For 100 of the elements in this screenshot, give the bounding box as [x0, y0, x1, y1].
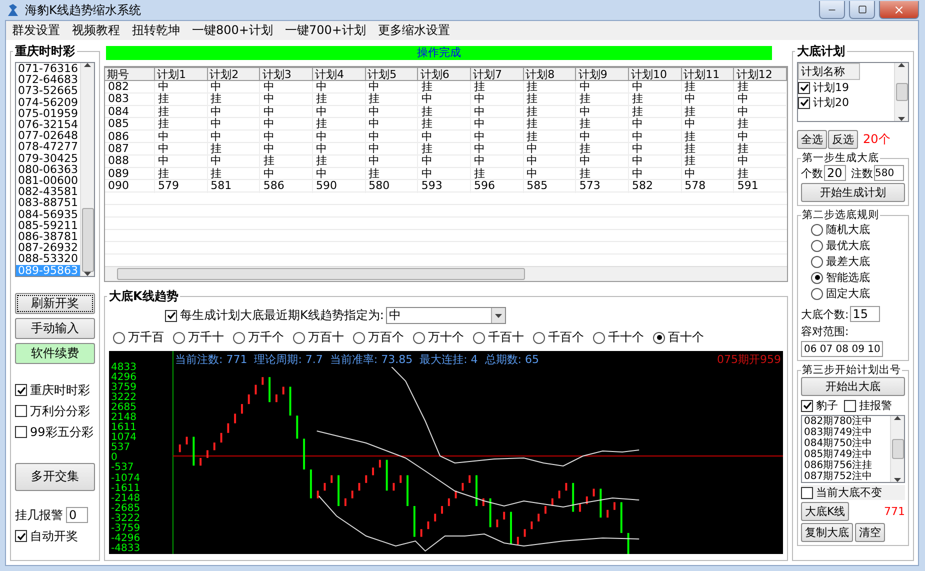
- radio-button[interactable]: [473, 332, 485, 344]
- scrollbar[interactable]: [80, 63, 94, 276]
- radio-option[interactable]: 百十个: [653, 329, 704, 346]
- list-item[interactable]: 081-00600: [16, 175, 80, 186]
- list-item[interactable]: 086期756注挂: [802, 460, 890, 471]
- radio-option[interactable]: 智能选底: [811, 270, 905, 285]
- checkbox-option[interactable]: 万利分分彩: [15, 402, 95, 420]
- checkbox[interactable]: [798, 82, 810, 94]
- checkbox-option[interactable]: 计划20: [798, 95, 894, 110]
- checkbox[interactable]: [801, 486, 813, 498]
- checkbox-option[interactable]: 99彩五分彩: [15, 424, 95, 441]
- radio-button[interactable]: [653, 332, 665, 344]
- intersect-button[interactable]: 多开交集: [15, 462, 95, 491]
- list-item[interactable]: 077-02648: [16, 130, 80, 142]
- menu-item[interactable]: 群发设置: [12, 22, 60, 39]
- checkbox-option[interactable]: 当前大底不变: [801, 485, 905, 500]
- radio-option[interactable]: 万百十: [293, 329, 344, 346]
- action-button[interactable]: 手动输入: [15, 318, 95, 339]
- checkbox-option[interactable]: 挂报警: [844, 398, 892, 413]
- clear-button[interactable]: 清空: [855, 523, 885, 542]
- radio-button[interactable]: [811, 256, 823, 268]
- list-item[interactable]: 084期750注中: [802, 438, 890, 449]
- menu-item[interactable]: 更多缩水设置: [378, 22, 450, 39]
- checkbox[interactable]: [15, 426, 27, 438]
- generate-button[interactable]: 开始生成计划: [801, 183, 905, 202]
- checkbox[interactable]: [165, 310, 177, 322]
- menu-item[interactable]: 视频教程: [72, 22, 120, 39]
- menu-item[interactable]: 扭转乾坤: [132, 22, 180, 39]
- triangle-up-icon[interactable]: [84, 63, 91, 67]
- triangle-up-icon[interactable]: [898, 63, 905, 67]
- list-item[interactable]: 071-76316: [16, 63, 80, 74]
- radio-button[interactable]: [413, 332, 425, 344]
- triangle-down-icon[interactable]: [894, 478, 901, 482]
- column-header[interactable]: 计划8: [524, 67, 576, 81]
- column-header[interactable]: 计划2: [208, 67, 260, 81]
- size-field[interactable]: 15: [850, 306, 880, 322]
- count-field[interactable]: 20: [824, 165, 846, 181]
- checkbox-option[interactable]: 自动开奖: [15, 528, 95, 545]
- radio-button[interactable]: [173, 332, 185, 344]
- radio-option[interactable]: 万千个: [233, 329, 284, 346]
- draw-list[interactable]: 071-76316 072-64683 073-52665 074-56209 075-01959 076-32154 077-02648 078-47277 079-30425 080-06363 081-00600 082-43581 083-88751 084-56935 085-59211 086-38781 087-26932 088-53320 089-95863: [15, 62, 95, 277]
- radio-button[interactable]: [811, 224, 823, 236]
- scrollbar[interactable]: [894, 63, 908, 121]
- checkbox-option[interactable]: 重庆时时彩: [15, 382, 95, 399]
- action-button[interactable]: 刷新开奖: [15, 292, 95, 314]
- radio-button[interactable]: [811, 288, 823, 300]
- maximize-button[interactable]: [849, 1, 875, 19]
- radio-option[interactable]: 万千百: [113, 329, 164, 346]
- radio-button[interactable]: [113, 332, 125, 344]
- list-item[interactable]: 079-30425: [16, 152, 80, 164]
- radio-option[interactable]: 千百十: [473, 329, 524, 346]
- list-item[interactable]: 078-47277: [16, 141, 80, 153]
- kline-button[interactable]: 大底K线: [801, 502, 850, 521]
- radio-option[interactable]: 固定大底: [811, 286, 905, 301]
- list-item[interactable]: 076-32154: [16, 119, 80, 130]
- column-header[interactable]: 计划1: [155, 67, 208, 81]
- menu-item[interactable]: 一键700+计划: [284, 22, 366, 39]
- alarm-field[interactable]: 0: [66, 507, 88, 524]
- column-header[interactable]: 计划4: [313, 67, 366, 81]
- radio-button[interactable]: [811, 272, 823, 284]
- checkbox-option[interactable]: 豹子: [801, 398, 838, 413]
- radio-option[interactable]: 千百个: [533, 329, 584, 346]
- triangle-down-icon[interactable]: [494, 314, 502, 318]
- list-item[interactable]: 082期780注中: [802, 416, 890, 427]
- list-item[interactable]: 085-59211: [16, 220, 80, 232]
- action-button[interactable]: 软件续费: [15, 342, 95, 364]
- checkbox[interactable]: [15, 384, 27, 396]
- radio-option[interactable]: 千十个: [593, 329, 644, 346]
- column-header[interactable]: 计划10: [629, 67, 682, 81]
- radio-option[interactable]: 最差大底: [811, 254, 905, 269]
- list-item[interactable]: 088-53320: [16, 253, 80, 265]
- range-field[interactable]: 06 07 08 09 10: [801, 341, 883, 357]
- radio-button[interactable]: [233, 332, 245, 344]
- column-header[interactable]: 计划12: [734, 67, 787, 81]
- list-item[interactable]: 085期749注中: [802, 449, 890, 460]
- column-header[interactable]: 计划9: [576, 67, 629, 81]
- radio-option[interactable]: 最优大底: [811, 238, 905, 253]
- triangle-down-icon[interactable]: [84, 272, 91, 276]
- column-header[interactable]: 计划3: [260, 67, 313, 81]
- column-header[interactable]: 计划6: [418, 67, 471, 81]
- start-button[interactable]: 开始出大底: [801, 377, 905, 396]
- select-all-button[interactable]: 全选: [797, 130, 827, 149]
- checkbox-option[interactable]: 计划19: [798, 80, 894, 95]
- list-item[interactable]: 087-26932: [16, 242, 80, 254]
- scrollbar[interactable]: [890, 416, 904, 482]
- list-item[interactable]: 080-06363: [16, 164, 80, 176]
- list-item[interactable]: 083期749注中: [802, 427, 890, 438]
- checkbox[interactable]: [15, 530, 27, 542]
- copy-button[interactable]: 复制大底: [801, 523, 853, 542]
- checkbox[interactable]: [15, 405, 27, 418]
- triangle-down-icon[interactable]: [898, 116, 905, 121]
- column-header[interactable]: 计划11: [682, 67, 734, 81]
- radio-button[interactable]: [811, 240, 823, 252]
- bets-field[interactable]: 580: [874, 165, 904, 181]
- checkbox[interactable]: [801, 400, 813, 412]
- radio-option[interactable]: 万千十: [173, 329, 224, 346]
- checkbox-option[interactable]: 每生成计划大底最近期K线趋势指定为:: [165, 307, 384, 324]
- result-list[interactable]: 082期780注中 083期749注中 084期750注中 085期749注中 086期756注挂 087期752注中: [801, 415, 905, 483]
- list-item[interactable]: 073-52665: [16, 85, 80, 97]
- radio-option[interactable]: 万十个: [413, 329, 464, 346]
